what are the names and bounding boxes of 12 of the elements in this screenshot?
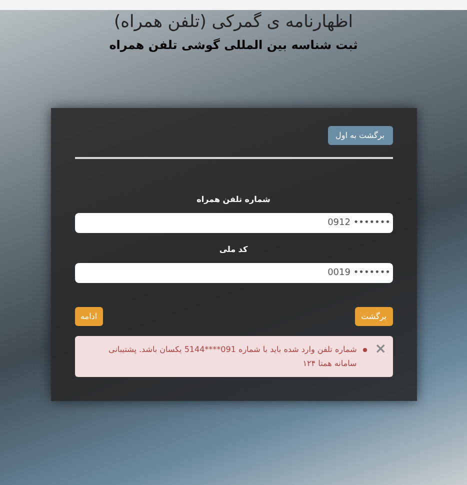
back-to-start-button[interactable]: برگشت به اول	[328, 126, 392, 145]
back-button[interactable]: برگشت	[355, 307, 392, 326]
page-subtitle: ثبت شناسه بین المللی گوشی تلفن همراه	[109, 38, 358, 52]
field-label: شماره تلفن همراه	[196, 195, 272, 204]
input-field[interactable]: 0912 •••••••	[74, 213, 392, 233]
continue-button[interactable]: ادامه	[74, 307, 104, 326]
error-message: شماره تلفن وارد شده باید با شماره 091****5144 یکسان باشد. پشتیبانی سامانه همتا ۱۲۴	[108, 344, 357, 370]
bullet-icon	[362, 348, 367, 352]
page-title: اظهارنامه ی گمرکی (تلفن همراه)	[114, 12, 354, 32]
field-label: کد ملی	[218, 245, 249, 254]
input-field[interactable]: 0019 •••••••	[74, 263, 392, 283]
close-icon[interactable]: ×	[374, 343, 386, 371]
